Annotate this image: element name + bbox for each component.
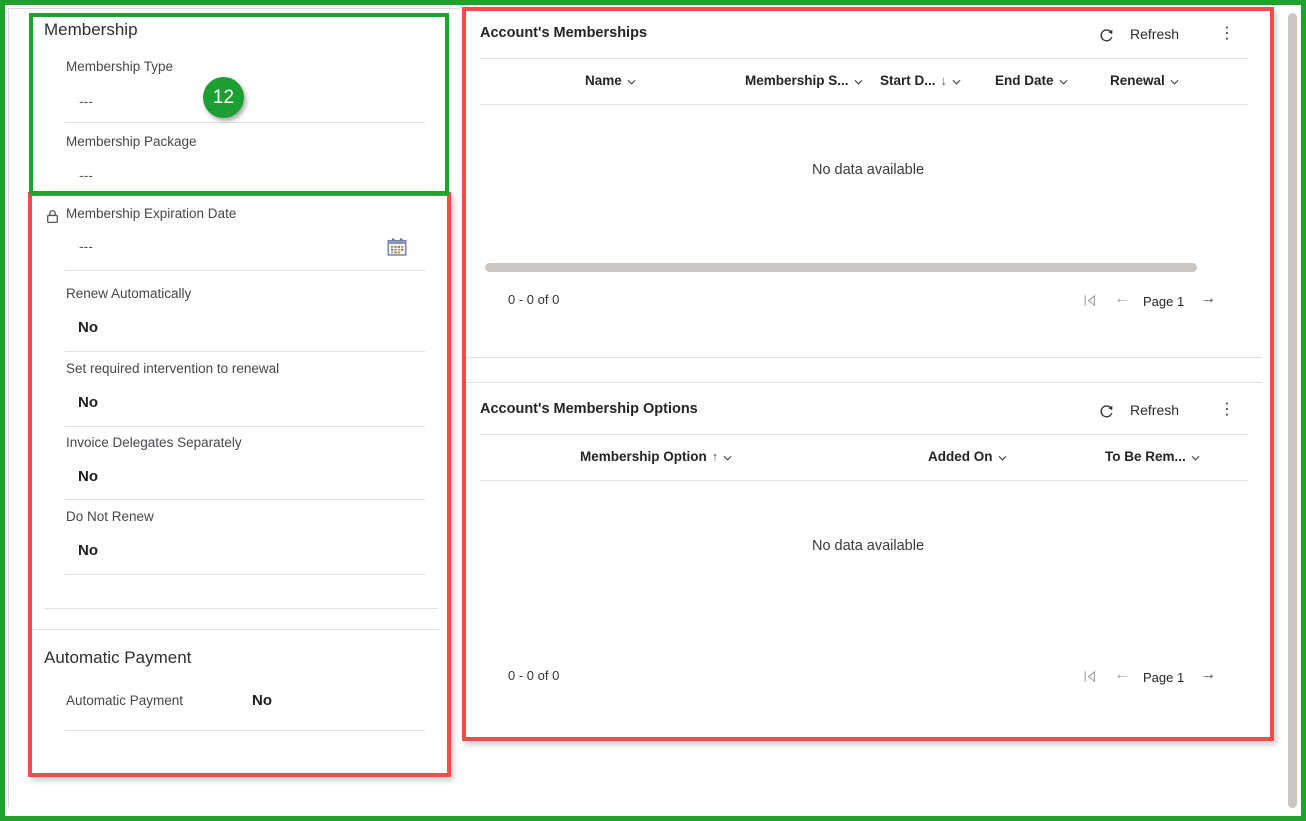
memberships-grid-title: Account's Memberships [480, 25, 647, 41]
automatic-payment-value[interactable]: No [252, 692, 272, 709]
sort-ascending-icon: ↑ [712, 449, 719, 464]
lock-icon [46, 209, 59, 229]
column-label: Membership S... [745, 73, 849, 88]
annotation-box-left-fields: Membership Expiration Date --- Renew Aut… [28, 192, 451, 777]
grid-header-divider [480, 434, 1248, 435]
previous-page-icon[interactable]: ← [1114, 667, 1130, 683]
sort-descending-icon: ↓ [941, 73, 948, 88]
column-header-membership-option[interactable]: Membership Option ↑ [580, 449, 732, 464]
step-badge: 12 [203, 77, 244, 118]
section-divider [32, 629, 439, 630]
chevron-down-icon [952, 73, 961, 88]
field-divider [65, 574, 425, 575]
memberships-horizontal-scrollbar[interactable] [485, 263, 1197, 272]
column-header-start-date[interactable]: Start D... ↓ [880, 73, 961, 88]
chevron-down-icon [998, 449, 1007, 464]
field-divider [65, 499, 425, 500]
column-label: Renewal [1110, 73, 1165, 88]
column-header-end-date[interactable]: End Date [995, 73, 1068, 88]
annotation-box-grids: Account's Memberships Refresh ⋮ Name Mem… [462, 7, 1274, 741]
chevron-down-icon [1059, 73, 1068, 88]
column-label: Start D... [880, 73, 936, 88]
more-commands-icon[interactable]: ⋮ [1219, 25, 1235, 43]
field-divider [65, 730, 425, 731]
memberships-record-count: 0 - 0 of 0 [508, 292, 559, 307]
field-divider [65, 351, 425, 352]
grids-separator [466, 357, 1262, 358]
options-page-label: Page 1 [1143, 670, 1184, 685]
renew-automatically-value[interactable]: No [78, 319, 98, 336]
memberships-empty-message: No data available [466, 162, 1270, 178]
column-header-membership-status[interactable]: Membership S... [745, 73, 863, 88]
options-grid-title: Account's Membership Options [480, 401, 698, 417]
content-pane-left-edge [8, 8, 9, 807]
column-label: End Date [995, 73, 1054, 88]
first-page-icon[interactable] [1083, 670, 1097, 688]
chevron-down-icon [854, 73, 863, 88]
do-not-renew-label: Do Not Renew [66, 509, 154, 524]
column-header-renewal[interactable]: Renewal [1110, 73, 1179, 88]
content-pane-top-edge [8, 8, 460, 9]
automatic-payment-label: Automatic Payment [66, 693, 183, 708]
membership-package-value[interactable]: --- [79, 167, 93, 183]
column-label: Membership Option [580, 449, 707, 464]
chevron-down-icon [627, 73, 636, 88]
first-page-icon[interactable] [1083, 294, 1097, 312]
column-label: Added On [928, 449, 993, 464]
column-label: Name [585, 73, 622, 88]
grids-separator [466, 382, 1262, 383]
required-intervention-label: Set required intervention to renewal [66, 361, 279, 376]
grid-header-divider [480, 58, 1248, 59]
section-divider [45, 608, 438, 609]
column-header-to-be-removed[interactable]: To Be Rem... [1105, 449, 1200, 464]
refresh-button[interactable]: Refresh [1130, 26, 1179, 42]
field-divider [65, 270, 425, 271]
chevron-down-icon [723, 449, 732, 464]
refresh-icon[interactable] [1098, 27, 1115, 49]
do-not-renew-value[interactable]: No [78, 542, 98, 559]
refresh-icon[interactable] [1098, 403, 1115, 425]
invoice-delegates-label: Invoice Delegates Separately [66, 435, 242, 450]
refresh-button[interactable]: Refresh [1130, 402, 1179, 418]
chevron-down-icon [1170, 73, 1179, 88]
options-record-count: 0 - 0 of 0 [508, 668, 559, 683]
page-scrollbar[interactable] [1288, 13, 1297, 808]
grid-columns-divider [480, 104, 1248, 105]
membership-expiration-value[interactable]: --- [79, 238, 93, 254]
field-divider [65, 426, 425, 427]
membership-expiration-label: Membership Expiration Date [66, 206, 236, 221]
column-header-name[interactable]: Name [585, 73, 636, 88]
column-label: To Be Rem... [1105, 449, 1186, 464]
membership-type-value[interactable]: --- [79, 93, 93, 109]
options-empty-message: No data available [466, 538, 1270, 554]
next-page-icon[interactable]: → [1200, 291, 1216, 307]
section-title-membership: Membership [44, 20, 138, 40]
more-commands-icon[interactable]: ⋮ [1219, 401, 1235, 419]
chevron-down-icon [1191, 449, 1200, 464]
calendar-icon[interactable] [387, 238, 407, 261]
invoice-delegates-value[interactable]: No [78, 468, 98, 485]
renew-automatically-label: Renew Automatically [66, 286, 191, 301]
membership-type-label: Membership Type [66, 59, 173, 74]
membership-package-label: Membership Package [66, 134, 197, 149]
next-page-icon[interactable]: → [1200, 667, 1216, 683]
annotation-box-membership: Membership Membership Type --- 12 Member… [29, 13, 449, 195]
previous-page-icon[interactable]: ← [1114, 291, 1130, 307]
field-divider [65, 122, 425, 123]
grid-columns-divider [480, 480, 1248, 481]
memberships-page-label: Page 1 [1143, 294, 1184, 309]
column-header-added-on[interactable]: Added On [928, 449, 1007, 464]
required-intervention-value[interactable]: No [78, 394, 98, 411]
section-title-automatic-payment: Automatic Payment [44, 648, 191, 668]
